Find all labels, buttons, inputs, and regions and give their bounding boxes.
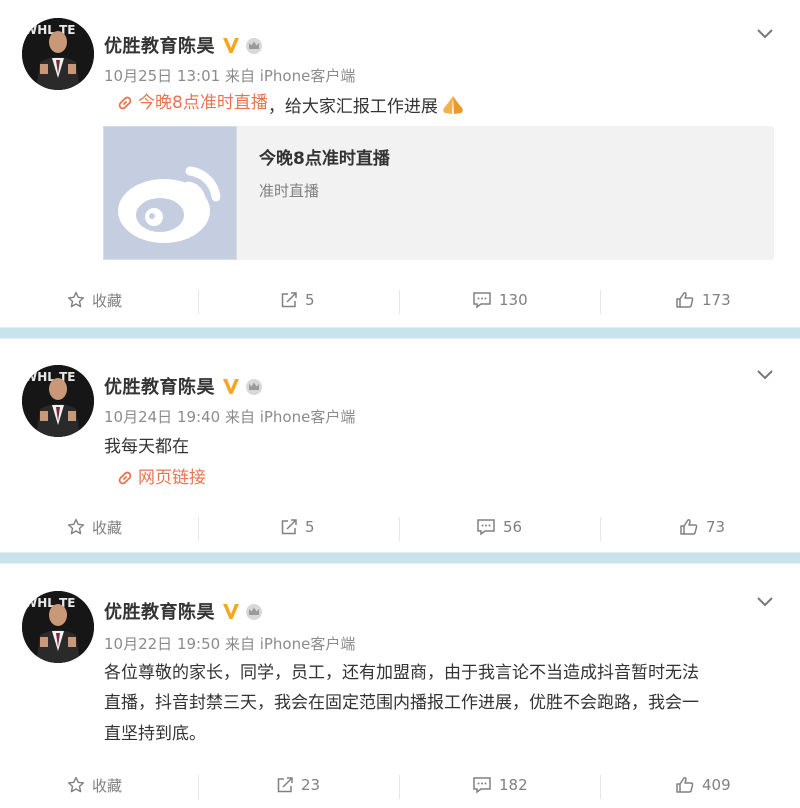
star-icon [67, 291, 85, 308]
thumbs-up-icon [680, 519, 698, 535]
member-crown-icon [246, 604, 262, 620]
member-crown-icon [246, 379, 262, 395]
post-text-rest: ，给大家汇报工作进展 [267, 97, 438, 117]
star-icon [67, 518, 85, 535]
divider [600, 517, 601, 541]
divider [399, 517, 400, 541]
divider [399, 775, 400, 799]
divider [198, 775, 199, 799]
favorite-label: 收藏 [92, 518, 123, 537]
post-1: WHL TE 优胜教育陈昊 10月25日 13:01 来自 iPhone客户端 … [0, 0, 800, 327]
post-text: 今晚8点准时直播 ，给大家汇报工作进展 [116, 88, 466, 122]
comment-button[interactable]: 130 [472, 280, 528, 320]
star-icon [67, 776, 85, 793]
post-text-line: 直坚持到底。 [104, 724, 206, 744]
svg-text:WHL TE: WHL TE [24, 23, 76, 37]
repost-count: 5 [305, 291, 315, 309]
favorite-button[interactable]: 收藏 [67, 507, 122, 547]
repost-button[interactable]: 5 [280, 507, 315, 547]
like-button[interactable]: 173 [675, 280, 731, 320]
post-meta: 10月24日 19:40 来自 iPhone客户端 [104, 408, 356, 426]
favorite-label: 收藏 [92, 776, 123, 795]
repost-icon [281, 292, 297, 308]
chevron-down-icon[interactable] [754, 22, 776, 44]
repost-button[interactable]: 5 [280, 280, 315, 320]
repost-count: 5 [305, 518, 315, 536]
chevron-down-icon[interactable] [754, 590, 776, 612]
repost-count: 23 [301, 776, 321, 794]
post-separator [0, 552, 800, 564]
author-row: 优胜教育陈昊 [104, 599, 264, 623]
comment-button[interactable]: 182 [472, 765, 528, 805]
like-count: 73 [706, 518, 726, 536]
comment-count: 130 [499, 291, 528, 309]
action-bar: 收藏 5 130 173 [0, 280, 800, 320]
divider [600, 290, 601, 314]
post-link-line: 网页链接 [116, 463, 206, 497]
repost-button[interactable]: 23 [276, 765, 320, 805]
post-meta: 10月25日 13:01 来自 iPhone客户端 [104, 67, 356, 85]
action-bar: 收藏 23 182 409 [0, 765, 800, 805]
web-link-label: 网页链接 [138, 468, 206, 488]
post-3: WHL TE 优胜教育陈昊 10月22日 19:50 来自 iPhone客户端 … [0, 564, 800, 808]
card-title: 今晚8点准时直播 [259, 149, 390, 169]
like-count: 409 [702, 776, 731, 794]
comment-count: 56 [503, 518, 523, 536]
pray-hands-emoji [443, 96, 463, 114]
favorite-button[interactable]: 收藏 [67, 280, 122, 320]
author-row: 优胜教育陈昊 [104, 374, 264, 398]
like-count: 173 [702, 291, 731, 309]
avatar[interactable]: WHL TE [22, 365, 94, 437]
verified-v-icon [223, 604, 239, 619]
repost-icon [277, 777, 293, 793]
like-button[interactable]: 409 [675, 765, 731, 805]
comment-icon [477, 519, 495, 536]
live-card[interactable]: 今晚8点准时直播 准时直播 [103, 126, 774, 260]
favorite-label: 收藏 [92, 291, 123, 310]
repost-icon [281, 519, 297, 535]
avatar[interactable]: WHL TE [22, 591, 94, 663]
author-name[interactable]: 优胜教育陈昊 [104, 598, 215, 624]
avatar[interactable]: WHL TE [22, 18, 94, 90]
divider [399, 290, 400, 314]
author-name[interactable]: 优胜教育陈昊 [104, 373, 215, 399]
live-link-label: 今晚8点准时直播 [138, 93, 268, 113]
comment-icon [473, 292, 491, 309]
divider [198, 517, 199, 541]
thumbs-up-icon [676, 777, 694, 793]
action-bar: 收藏 5 56 73 [0, 507, 800, 547]
post-text-line: 直播，抖音封禁三天，我会在固定范围内播报工作进展，优胜不会跑路，我会一 [104, 693, 699, 713]
post-2: WHL TE 优胜教育陈昊 10月24日 19:40 来自 iPhone客户端 … [0, 339, 800, 552]
comment-count: 182 [499, 776, 528, 794]
card-subtitle: 准时直播 [259, 182, 320, 200]
link-icon [118, 471, 132, 485]
author-row: 优胜教育陈昊 [104, 33, 264, 57]
thumbs-up-icon [676, 292, 694, 308]
post-text: 我每天都在 [104, 437, 189, 457]
like-button[interactable]: 73 [679, 507, 725, 547]
comment-icon [473, 777, 491, 794]
verified-v-icon [223, 38, 239, 53]
svg-text:WHL TE: WHL TE [24, 596, 76, 610]
card-thumbnail [103, 126, 237, 260]
weibo-logo-icon [118, 166, 221, 243]
link-icon [118, 96, 132, 110]
post-text-line: 各位尊敬的家长，同学，员工，还有加盟商，由于我言论不当造成抖音暂时无法 [104, 663, 699, 683]
post-meta: 10月22日 19:50 来自 iPhone客户端 [104, 635, 356, 653]
chevron-down-icon[interactable] [754, 363, 776, 385]
web-link[interactable]: 网页链接 [116, 463, 206, 493]
divider [198, 290, 199, 314]
svg-text:WHL TE: WHL TE [24, 370, 76, 384]
favorite-button[interactable]: 收藏 [67, 765, 122, 805]
divider [600, 775, 601, 799]
post-separator [0, 327, 800, 339]
verified-v-icon [223, 379, 239, 394]
author-name[interactable]: 优胜教育陈昊 [104, 32, 215, 58]
member-crown-icon [246, 38, 262, 54]
live-link[interactable]: 今晚8点准时直播 [116, 88, 268, 118]
comment-button[interactable]: 56 [476, 507, 522, 547]
